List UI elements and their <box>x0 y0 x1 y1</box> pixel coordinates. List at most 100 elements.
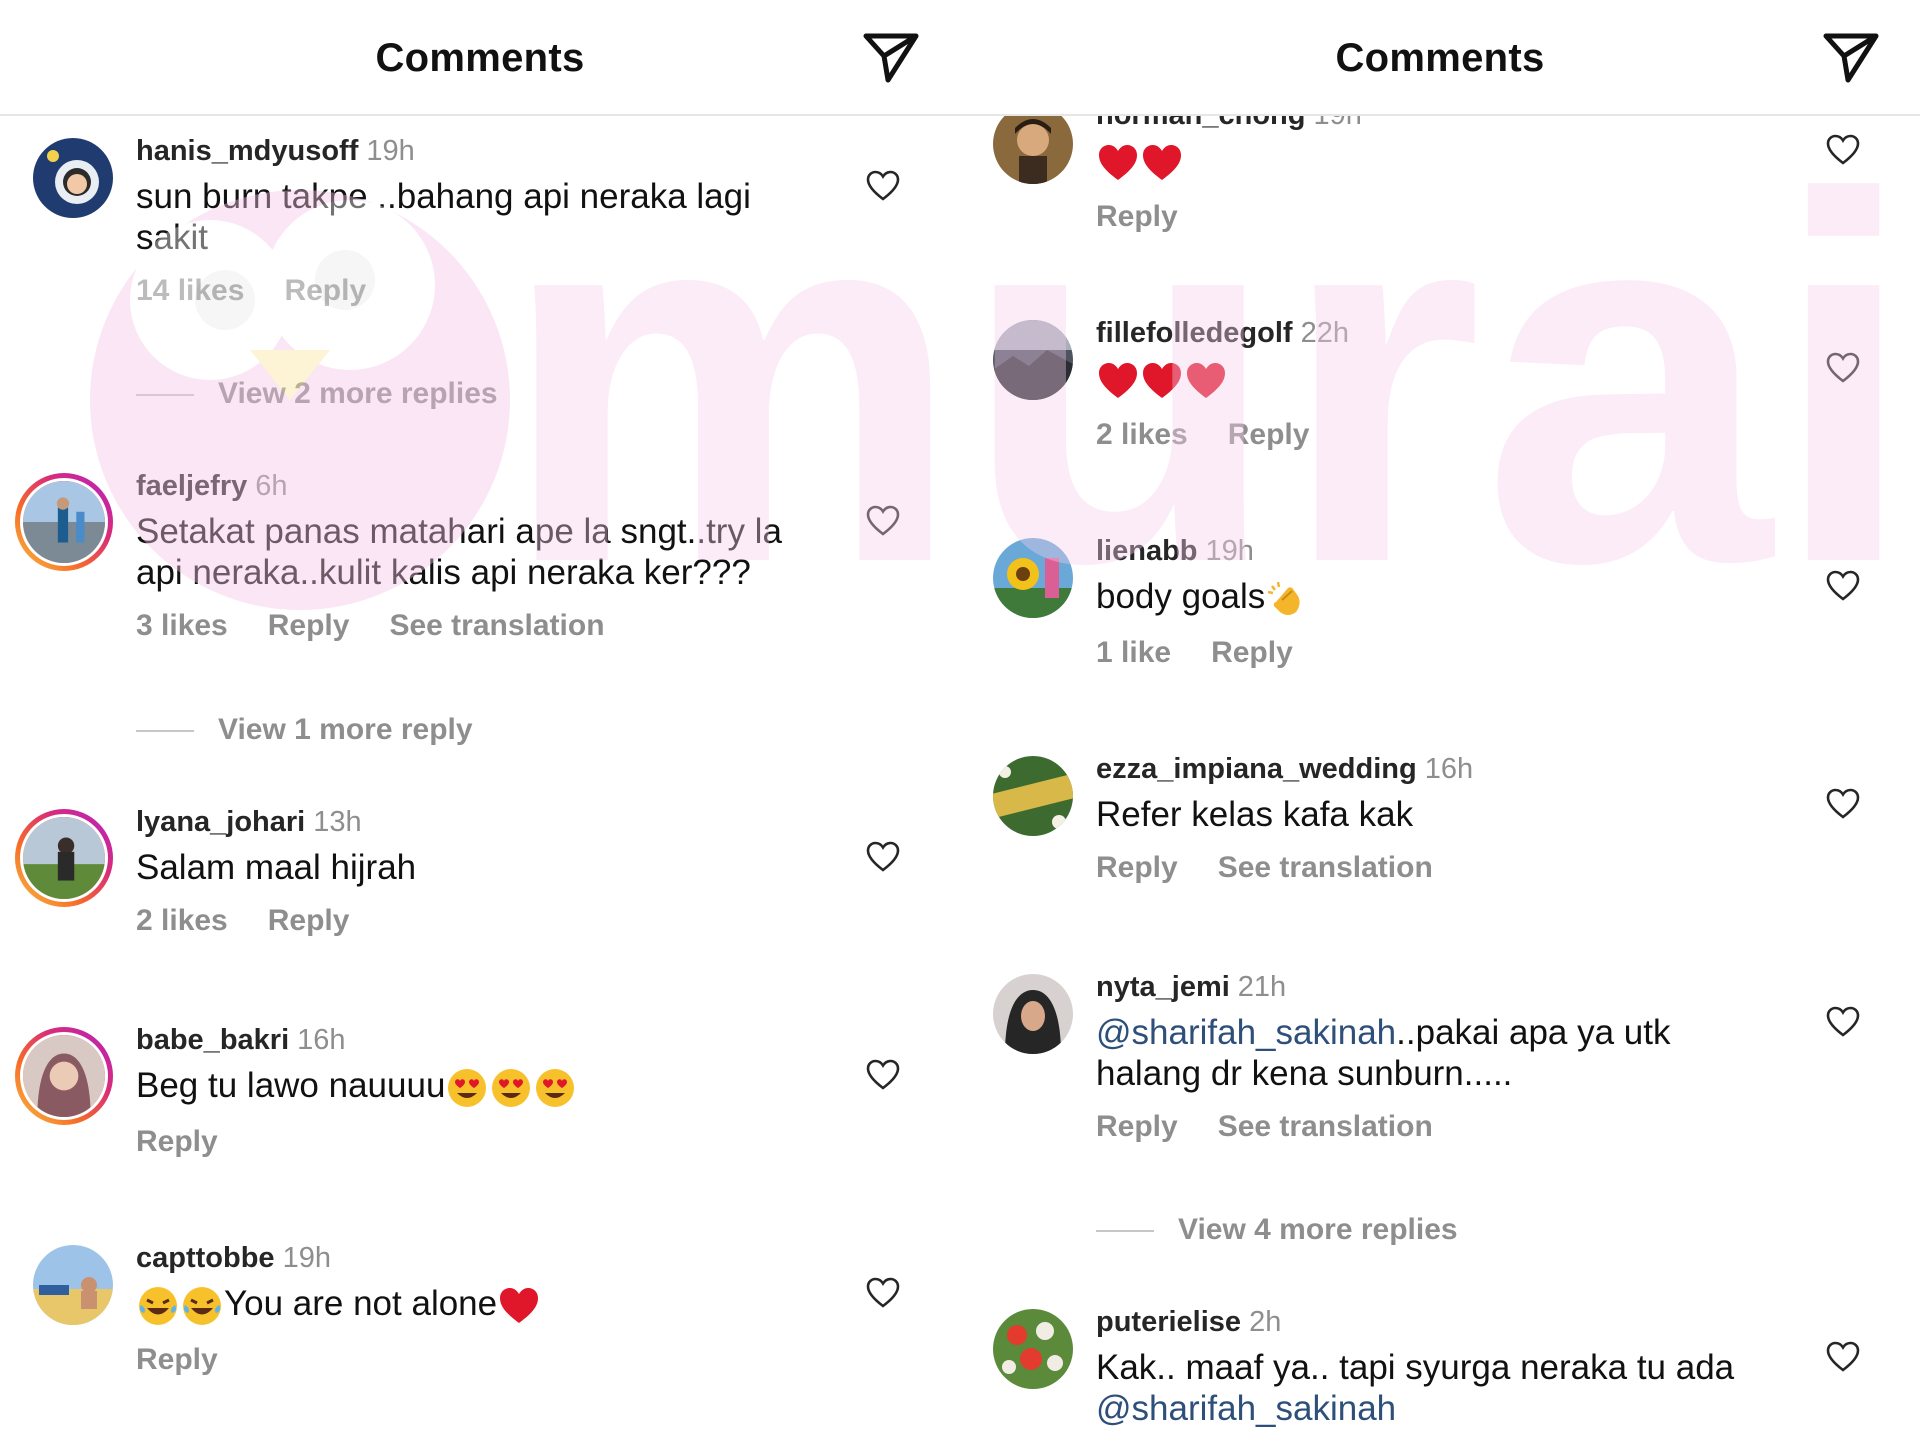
likes-count[interactable]: 2 likes <box>136 904 228 937</box>
heart-eyes-emoji-icon <box>490 1067 532 1109</box>
comment-username[interactable]: babe_bakri <box>136 1024 289 1056</box>
like-heart-icon[interactable] <box>866 505 900 537</box>
avatar[interactable] <box>33 138 113 218</box>
comment-text-row: @sharifah_sakinah..pakai apa ya utk hala… <box>1096 1012 1736 1094</box>
like-heart-icon[interactable] <box>866 1277 900 1309</box>
like-heart-icon[interactable] <box>1826 1341 1860 1373</box>
reply-button[interactable]: Reply <box>268 904 350 937</box>
comment-username[interactable]: lienabb <box>1096 535 1198 567</box>
avatar[interactable] <box>993 538 1073 618</box>
like-heart-icon[interactable] <box>1826 134 1860 166</box>
see-translation-button[interactable]: See translation <box>389 609 604 642</box>
reply-button[interactable]: Reply <box>136 1125 218 1158</box>
like-heart-icon[interactable] <box>1826 1006 1860 1038</box>
view-more-label: View 1 more reply <box>218 713 473 746</box>
send-icon[interactable] <box>1822 30 1880 84</box>
see-translation-button[interactable]: See translation <box>1218 851 1433 884</box>
view-more-replies[interactable]: View 2 more replies <box>136 377 498 411</box>
like-heart-icon[interactable] <box>866 1059 900 1091</box>
comment-username[interactable]: ezza_impiana_wedding <box>1096 753 1417 785</box>
comment-time: 16h <box>1424 753 1474 785</box>
avatar[interactable] <box>15 809 113 907</box>
avatar[interactable] <box>993 320 1073 400</box>
divider <box>136 394 194 397</box>
comments-title: Comments <box>375 36 585 80</box>
laughing-tears-emoji-icon <box>137 1285 179 1327</box>
mention-link[interactable]: @sharifah_sakinah <box>1096 1388 1796 1429</box>
view-more-replies[interactable]: View 1 more reply <box>136 713 473 747</box>
view-more-replies[interactable]: View 4 more replies <box>1096 1213 1458 1247</box>
like-heart-icon[interactable] <box>1826 352 1860 384</box>
comment-time: 6h <box>255 470 288 502</box>
heart-eyes-emoji-icon <box>534 1067 576 1109</box>
reply-button[interactable]: Reply <box>1096 1110 1178 1143</box>
likes-count[interactable]: 1 like <box>1096 636 1171 669</box>
red-heart-emoji-icon <box>1097 360 1139 402</box>
comments-list: hanis_mdyusoff 19h sun burn takpe ..bahan… <box>0 0 960 1436</box>
red-heart-emoji-icon <box>1097 142 1139 184</box>
comment-username[interactable]: faeljefry <box>136 470 247 502</box>
comments-header: Comments <box>0 0 960 116</box>
divider <box>1096 1230 1154 1233</box>
comment-time: 16h <box>297 1024 346 1056</box>
laughing-tears-emoji-icon <box>181 1285 223 1327</box>
comment-text-row <box>1096 358 1796 402</box>
like-heart-icon[interactable] <box>1826 570 1860 602</box>
see-translation-button[interactable]: See translation <box>1218 1110 1433 1143</box>
comment-text: sun burn takpe ..bahang api neraka lagi … <box>136 177 751 257</box>
comment-text: Kak.. maaf ya.. tapi syurga neraka tu ad… <box>1096 1348 1735 1387</box>
comment-username[interactable]: capttobbe <box>136 1242 275 1274</box>
like-heart-icon[interactable] <box>1826 788 1860 820</box>
likes-count[interactable]: 3 likes <box>136 609 228 642</box>
avatar[interactable] <box>15 473 113 571</box>
comments-header: Comments <box>960 0 1920 116</box>
comment-time: 19h <box>1205 535 1254 567</box>
avatar[interactable] <box>993 1309 1073 1389</box>
comment-username[interactable]: puterielise <box>1096 1306 1241 1338</box>
comment-text-row <box>1096 140 1796 184</box>
view-more-label: View 2 more replies <box>218 377 498 410</box>
like-heart-icon[interactable] <box>866 170 900 202</box>
avatar[interactable] <box>993 974 1073 1054</box>
red-heart-emoji-icon <box>1141 142 1183 184</box>
comments-list: norman_chong19h Reply fillefolledegolf22… <box>960 0 1920 1436</box>
divider <box>136 730 194 733</box>
reply-button[interactable]: Reply <box>1096 851 1178 884</box>
comment-time: 22h <box>1300 317 1349 349</box>
comment-username[interactable]: nyta_jemi <box>1096 971 1230 1003</box>
avatar[interactable] <box>33 1245 113 1325</box>
comment-text: Refer kelas kafa kak <box>1096 795 1414 834</box>
like-heart-icon[interactable] <box>866 841 900 873</box>
reply-button[interactable]: Reply <box>1228 418 1310 451</box>
reply-button[interactable]: Reply <box>284 274 366 307</box>
comment-text: body goals <box>1096 577 1266 616</box>
mention-link[interactable]: @sharifah_sakinah <box>1096 1013 1396 1052</box>
avatar[interactable] <box>15 1027 113 1125</box>
comment-time: 2h <box>1249 1306 1282 1338</box>
likes-count[interactable]: 2 likes <box>1096 418 1188 451</box>
avatar[interactable] <box>993 104 1073 184</box>
comment-text: Beg tu lawo nauuuu <box>136 1066 446 1105</box>
right-comments-panel: norman_chong19h Reply fillefolledegolf22… <box>960 0 1920 1436</box>
reply-button[interactable]: Reply <box>1211 636 1293 669</box>
reply-button[interactable]: Reply <box>1096 200 1178 233</box>
comment-time: 13h <box>313 806 362 838</box>
comment-username[interactable]: fillefolledegolf <box>1096 317 1293 349</box>
comment-username[interactable]: lyana_johari <box>136 806 305 838</box>
reply-button[interactable]: Reply <box>268 609 350 642</box>
comment-text: You are not alone <box>224 1284 498 1323</box>
comment-time: 21h <box>1237 971 1287 1003</box>
comment-username[interactable]: hanis_mdyusoff <box>136 135 358 167</box>
comment-time: 19h <box>366 135 415 167</box>
likes-count[interactable]: 14 likes <box>136 274 244 307</box>
reply-button[interactable]: Reply <box>136 1343 218 1376</box>
send-icon[interactable] <box>862 30 920 84</box>
clapping-hands-emoji-icon <box>1266 578 1308 620</box>
red-heart-emoji-icon <box>1141 360 1183 402</box>
red-heart-emoji-icon <box>1185 360 1227 402</box>
comment-text: Setakat panas matahari ape la sngt..try … <box>136 512 782 592</box>
comment-text-row: body goals <box>1096 576 1796 620</box>
comments-title: Comments <box>1335 36 1545 80</box>
comment-text-row: You are not alone <box>136 1283 836 1327</box>
avatar[interactable] <box>993 756 1073 836</box>
